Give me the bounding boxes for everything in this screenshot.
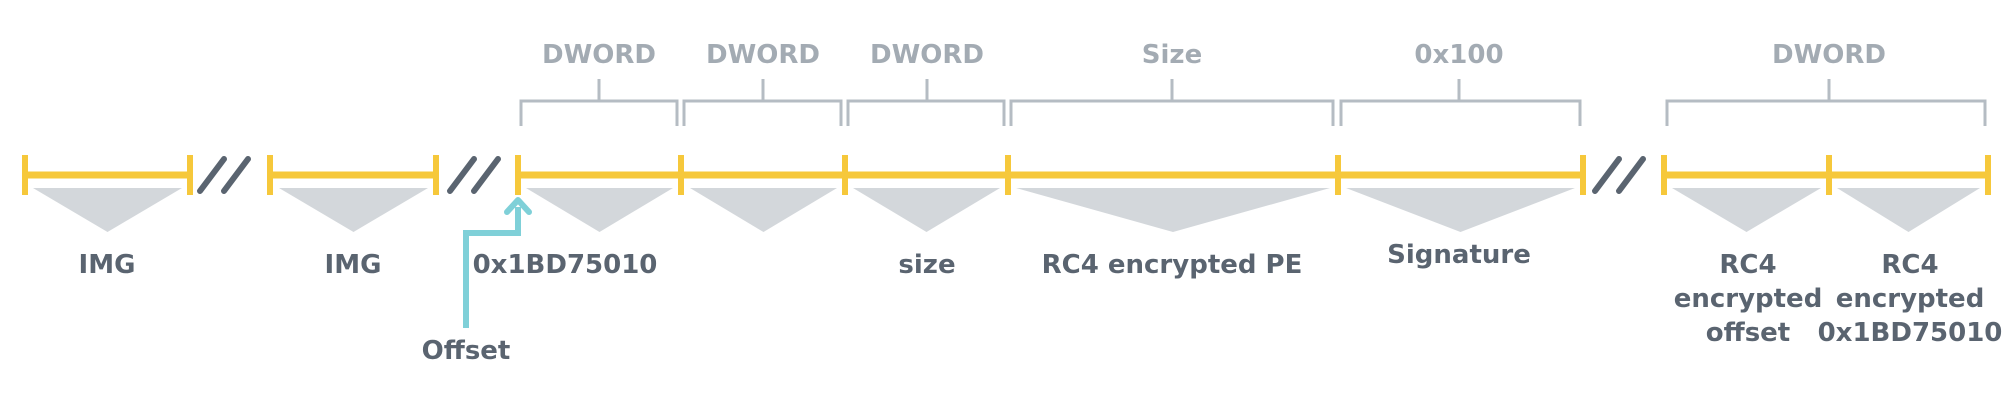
break-mark-icon-2b — [471, 156, 501, 194]
segment-label-signature: Signature — [1387, 240, 1531, 270]
break-mark-icon-1a — [197, 156, 227, 194]
segment-label-rc4-offset: RC4 encrypted offset — [1673, 250, 1823, 348]
break-mark-icon-3b — [1616, 156, 1646, 194]
header-0x100: 0x100 — [1414, 40, 1504, 70]
file-layout-diagram: DWORD DWORD DWORD Size 0x100 DWORD IMG I… — [0, 0, 2014, 409]
segment-wedge-9 — [1837, 188, 1980, 232]
field-bracket-2 — [682, 79, 843, 126]
break-mark-icon-1b — [221, 156, 251, 194]
header-dword-2: DWORD — [706, 40, 820, 70]
segment-wedge-7 — [1346, 188, 1575, 232]
segment-label-size: size — [898, 250, 956, 280]
segment-wedge-8 — [1672, 188, 1821, 232]
header-size: Size — [1141, 40, 1203, 70]
segment-wedge-5 — [853, 188, 1000, 232]
segment-wedge-3 — [526, 188, 673, 232]
segment-label-img-1: IMG — [78, 250, 136, 280]
segment-label-rc4-magic: RC4 encrypted 0x1BD75010 — [1817, 250, 2003, 348]
segment-label-rc4-pe: RC4 encrypted PE — [1041, 250, 1303, 280]
field-bracket-4 — [1009, 79, 1335, 126]
field-bracket-5 — [1339, 79, 1582, 126]
segment-wedge-1 — [33, 188, 182, 232]
segment-label-magic: 0x1BD75010 — [472, 250, 658, 280]
header-dword-4: DWORD — [1772, 40, 1886, 70]
segment-wedge-2 — [279, 188, 428, 232]
field-bracket-3 — [846, 79, 1006, 126]
break-mark-icon-3a — [1592, 156, 1622, 194]
header-dword-3: DWORD — [870, 40, 984, 70]
field-bracket-6 — [1665, 79, 1987, 126]
header-dword-1: DWORD — [542, 40, 656, 70]
segment-label-img-2: IMG — [324, 250, 382, 280]
segment-wedge-6 — [1016, 188, 1330, 232]
break-mark-icon-2a — [447, 156, 477, 194]
offset-label: Offset — [421, 336, 511, 366]
field-bracket-1 — [519, 79, 679, 126]
segment-wedge-4 — [690, 188, 837, 232]
